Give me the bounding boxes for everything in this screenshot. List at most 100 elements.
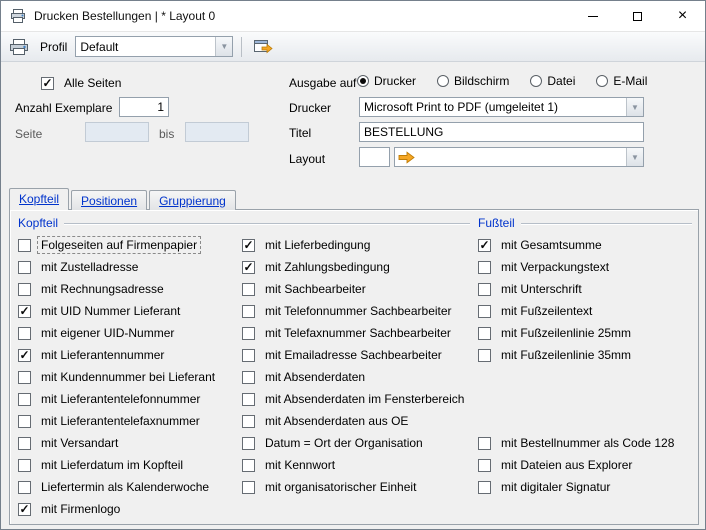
checkbox[interactable] <box>242 349 255 362</box>
checkbox-row[interactable]: mit Absenderdaten aus OE <box>242 410 468 432</box>
checkbox[interactable]: ✓ <box>242 239 255 252</box>
checkbox-row[interactable]: mit Absenderdaten im Fensterbereich <box>242 388 468 410</box>
checkbox[interactable] <box>242 481 255 494</box>
checkbox-row[interactable]: ✓mit UID Nummer Lieferant <box>18 300 219 322</box>
checkbox[interactable] <box>242 283 255 296</box>
checkbox-row[interactable]: mit organisatorischer Einheit <box>242 476 468 498</box>
checkbox[interactable] <box>242 437 255 450</box>
checkbox-row[interactable]: mit Bestellnummer als Code 128 <box>478 432 678 454</box>
chevron-down-icon[interactable]: ▼ <box>215 37 232 56</box>
checkbox-row[interactable]: mit Fußzeilentext <box>478 300 635 322</box>
checkbox-row[interactable]: mit Kundennummer bei Lieferant <box>18 366 219 388</box>
checkbox-row[interactable]: mit Emailadresse Sachbearbeiter <box>242 344 468 366</box>
checkbox-row[interactable]: mit Sachbearbeiter <box>242 278 468 300</box>
checkbox-row[interactable]: Folgeseiten auf Firmenpapier <box>18 234 219 256</box>
checkbox-row[interactable]: ✓mit Lieferantennummer <box>18 344 219 366</box>
radio-option[interactable]: Bildschirm <box>437 74 509 88</box>
checkbox[interactable] <box>18 327 31 340</box>
checkbox-row[interactable]: mit eigener UID-Nummer <box>18 322 219 344</box>
checkbox[interactable]: ✓ <box>478 239 491 252</box>
checkbox-row[interactable]: ✓mit Lieferbedingung <box>242 234 468 256</box>
close-button[interactable]: × <box>660 1 705 31</box>
anzahl-exemplare-input[interactable] <box>119 97 169 117</box>
checkbox[interactable] <box>18 481 31 494</box>
checkbox-label: mit Dateien aus Explorer <box>497 456 636 474</box>
checkbox-row[interactable]: ✓mit Gesamtsumme <box>478 234 635 256</box>
checkbox-label: mit Sachbearbeiter <box>261 280 370 298</box>
drucker-combobox[interactable]: Microsoft Print to PDF (umgeleitet 1) ▼ <box>359 97 644 117</box>
radio-option[interactable]: E-Mail <box>596 74 647 88</box>
layout-combobox[interactable]: ▼ <box>394 147 644 167</box>
titel-input[interactable] <box>359 122 644 142</box>
checkbox[interactable] <box>18 415 31 428</box>
checkbox-row[interactable]: mit Unterschrift <box>478 278 635 300</box>
chevron-down-icon[interactable]: ▼ <box>626 98 643 116</box>
checkbox-label: Liefertermin als Kalenderwoche <box>37 478 213 496</box>
profile-combobox[interactable]: Default ▼ <box>75 36 233 57</box>
checkbox-row[interactable]: Datum = Ort der Organisation <box>242 432 468 454</box>
checkbox-row[interactable]: mit Dateien aus Explorer <box>478 454 678 476</box>
checkbox[interactable] <box>242 371 255 384</box>
radio-button[interactable] <box>437 75 449 87</box>
checkbox[interactable]: ✓ <box>41 77 54 90</box>
checkbox[interactable] <box>242 415 255 428</box>
checkbox-row[interactable]: mit Kennwort <box>242 454 468 476</box>
checkbox[interactable] <box>18 371 31 384</box>
radio-button[interactable] <box>530 75 542 87</box>
print-button[interactable] <box>6 35 32 59</box>
layout-number-input[interactable] <box>359 147 390 167</box>
checkbox[interactable] <box>478 283 491 296</box>
checkbox[interactable] <box>18 393 31 406</box>
checkbox-row[interactable]: ✓mit Firmenlogo <box>18 498 219 520</box>
tab-gruppierung[interactable]: Gruppierung <box>149 190 236 210</box>
toolbar: Profil Default ▼ <box>1 32 705 62</box>
tab-kopfteil[interactable]: Kopfteil <box>9 188 69 210</box>
checkbox[interactable] <box>18 239 31 252</box>
checkbox[interactable] <box>242 459 255 472</box>
checkbox[interactable] <box>18 283 31 296</box>
checkbox-row[interactable]: Liefertermin als Kalenderwoche <box>18 476 219 498</box>
checkbox[interactable] <box>18 437 31 450</box>
radio-button[interactable] <box>596 75 608 87</box>
checkbox[interactable] <box>18 261 31 274</box>
minimize-button[interactable] <box>570 1 615 31</box>
checkbox[interactable] <box>478 305 491 318</box>
checkbox-row[interactable]: mit Telefaxnummer Sachbearbeiter <box>242 322 468 344</box>
checkbox[interactable] <box>478 437 491 450</box>
checkbox[interactable] <box>242 305 255 318</box>
checkbox-row[interactable]: mit Telefonnummer Sachbearbeiter <box>242 300 468 322</box>
checkbox[interactable] <box>478 349 491 362</box>
checkbox[interactable] <box>242 327 255 340</box>
tab-positionen[interactable]: Positionen <box>71 190 147 210</box>
checkbox-row[interactable]: mit Verpackungstext <box>478 256 635 278</box>
checkbox-label: mit eigener UID-Nummer <box>37 324 178 342</box>
chevron-down-icon[interactable]: ▼ <box>626 148 643 166</box>
checkbox[interactable] <box>478 261 491 274</box>
checkbox-row[interactable]: mit Versandart <box>18 432 219 454</box>
checkbox[interactable] <box>18 459 31 472</box>
radio-option[interactable]: Drucker <box>357 74 416 88</box>
checkbox-row[interactable]: mit Absenderdaten <box>242 366 468 388</box>
radio-option[interactable]: Datei <box>530 74 575 88</box>
checkbox[interactable] <box>478 327 491 340</box>
checkbox-row[interactable]: mit digitaler Signatur <box>478 476 678 498</box>
checkbox[interactable]: ✓ <box>242 261 255 274</box>
checkbox-row[interactable]: mit Lieferantentelefaxnummer <box>18 410 219 432</box>
checkbox[interactable]: ✓ <box>18 503 31 516</box>
checkbox-row[interactable]: mit Lieferantentelefonnummer <box>18 388 219 410</box>
alle-seiten-checkbox[interactable]: ✓ Alle Seiten <box>41 72 125 94</box>
checkbox-row[interactable]: mit Lieferdatum im Kopfteil <box>18 454 219 476</box>
checkbox-row[interactable]: mit Zustelladresse <box>18 256 219 278</box>
profile-settings-button[interactable] <box>250 35 276 59</box>
checkbox-row[interactable]: ✓mit Zahlungsbedingung <box>242 256 468 278</box>
checkbox[interactable]: ✓ <box>18 349 31 362</box>
checkbox-row[interactable]: mit Fußzeilenlinie 25mm <box>478 322 635 344</box>
maximize-button[interactable] <box>615 1 660 31</box>
checkbox[interactable] <box>478 459 491 472</box>
checkbox[interactable]: ✓ <box>18 305 31 318</box>
checkbox[interactable] <box>242 393 255 406</box>
checkbox-row[interactable]: mit Rechnungsadresse <box>18 278 219 300</box>
checkbox-row[interactable]: mit Fußzeilenlinie 35mm <box>478 344 635 366</box>
checkbox[interactable] <box>478 481 491 494</box>
radio-button[interactable] <box>357 75 369 87</box>
